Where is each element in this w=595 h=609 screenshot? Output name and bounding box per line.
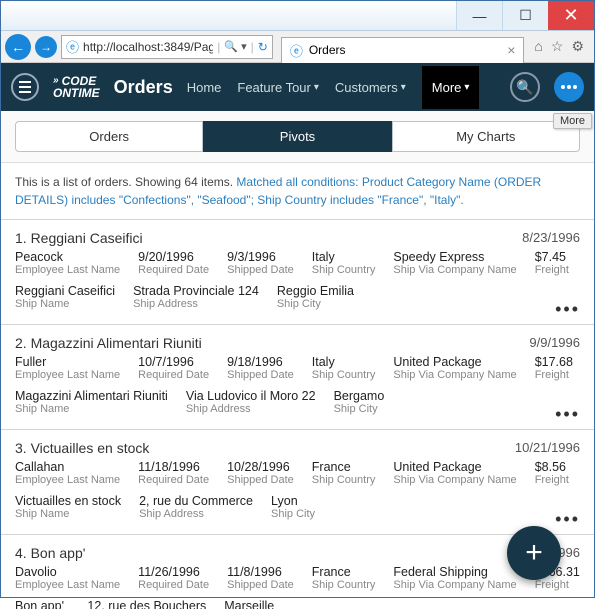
browser-tab[interactable]: ⓔ Orders × xyxy=(281,37,525,63)
order-record[interactable]: 1. Reggiani Caseifici 8/23/1996 PeacockE… xyxy=(1,219,594,324)
nav-customers[interactable]: Customers▾ xyxy=(335,80,406,95)
record-date: 8/23/1996 xyxy=(522,230,580,246)
order-record[interactable]: 3. Victuailles en stock 10/21/1996 Calla… xyxy=(1,429,594,534)
tab-title: Orders xyxy=(309,43,346,57)
nav-feature-tour[interactable]: Feature Tour▾ xyxy=(237,80,319,95)
url-text: http://localhost:3849/Page xyxy=(83,40,213,54)
record-more-icon[interactable]: ••• xyxy=(555,509,580,530)
nav-more[interactable]: More▾ xyxy=(422,66,480,109)
order-record[interactable]: 2. Magazzini Alimentari Riuniti 9/9/1996… xyxy=(1,324,594,429)
search-button[interactable]: 🔍 xyxy=(510,72,540,102)
window-titlebar: — ☐ ✕ xyxy=(1,1,594,31)
chevron-down-icon: ▾ xyxy=(401,82,406,93)
header-nav: HomeFeature Tour▾Customers▾More▾ xyxy=(187,80,480,95)
tools-icon[interactable]: ⚙ xyxy=(571,38,584,55)
favorites-icon[interactable]: ☆ xyxy=(551,38,564,55)
tab-pivots[interactable]: Pivots xyxy=(203,121,391,152)
tab-orders[interactable]: Orders xyxy=(15,121,203,152)
view-tabs: OrdersPivotsMy Charts More xyxy=(1,111,594,163)
record-more-icon[interactable]: ••• xyxy=(555,299,580,320)
record-title: 3. Victuailles en stock xyxy=(15,440,149,456)
browser-back-button[interactable]: ← xyxy=(5,34,31,60)
more-actions-button[interactable] xyxy=(554,72,584,102)
more-tooltip[interactable]: More xyxy=(553,113,592,129)
home-icon[interactable]: ⌂ xyxy=(534,38,542,55)
list-summary: This is a list of orders. Showing 64 ite… xyxy=(1,163,594,219)
close-tab-icon[interactable]: × xyxy=(507,42,515,58)
record-date: 10/21/1996 xyxy=(515,440,580,456)
record-title: 1. Reggiani Caseifici xyxy=(15,230,143,246)
ie-icon: ⓔ xyxy=(66,37,79,56)
record-date: 9/9/1996 xyxy=(529,335,580,351)
logo: »CODE ONTIME xyxy=(53,75,100,99)
chevron-down-icon: ▾ xyxy=(314,82,319,93)
browser-forward-button[interactable]: → xyxy=(35,36,57,58)
record-title: 2. Magazzini Alimentari Riuniti xyxy=(15,335,202,351)
chevron-down-icon: ▾ xyxy=(464,82,469,93)
window-maximize-button[interactable]: ☐ xyxy=(502,1,548,30)
search-dropdown-icon[interactable]: 🔍 ▾ xyxy=(224,40,246,53)
record-more-icon[interactable]: ••• xyxy=(555,404,580,425)
window-close-button[interactable]: ✕ xyxy=(548,1,594,30)
app-header: »CODE ONTIME Orders Home Feature Tour▾ Cus… xyxy=(1,63,594,111)
ie-icon: ⓔ xyxy=(290,41,303,60)
browser-toolbar: ← → ⓔ http://localhost:3849/Page | 🔍 ▾ |… xyxy=(1,31,594,63)
nav-home[interactable]: Home xyxy=(187,80,222,95)
add-button[interactable]: + xyxy=(507,526,561,580)
page-title: Orders xyxy=(114,77,173,98)
tab-my-charts[interactable]: My Charts xyxy=(392,121,580,152)
menu-button[interactable] xyxy=(11,73,39,101)
content-scroll[interactable]: This is a list of orders. Showing 64 ite… xyxy=(1,163,594,609)
record-title: 4. Bon app' xyxy=(15,545,85,561)
window-minimize-button[interactable]: — xyxy=(456,1,502,30)
refresh-icon[interactable]: ↻ xyxy=(258,40,268,54)
address-bar[interactable]: ⓔ http://localhost:3849/Page | 🔍 ▾ | ↻ xyxy=(61,35,273,59)
